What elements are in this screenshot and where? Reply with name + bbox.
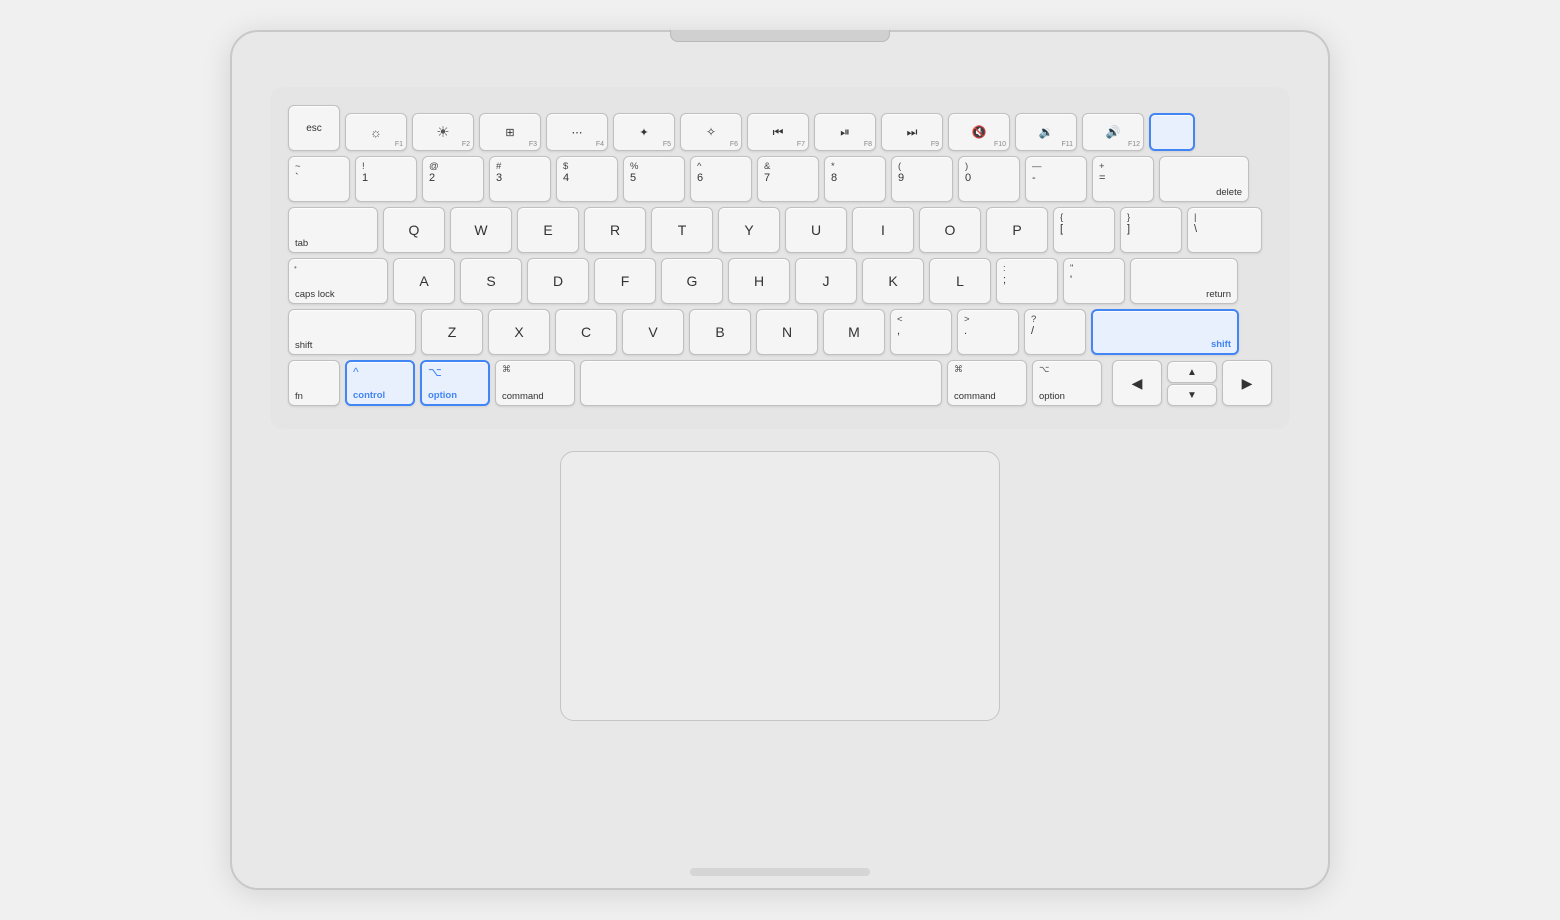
key-d[interactable]: D bbox=[527, 258, 589, 304]
key-u[interactable]: U bbox=[785, 207, 847, 253]
function-row: esc ☼ F1 ☀ F2 ⊞ F3 ⋯ F4 bbox=[288, 105, 1272, 151]
key-m[interactable]: M bbox=[823, 309, 885, 355]
key-slash[interactable]: ?/ bbox=[1024, 309, 1086, 355]
key-v[interactable]: V bbox=[622, 309, 684, 355]
key-command-left[interactable]: ⌘ command bbox=[495, 360, 575, 406]
key-arrow-up[interactable]: ▲ bbox=[1167, 361, 1217, 383]
key-g[interactable]: G bbox=[661, 258, 723, 304]
key-i[interactable]: I bbox=[852, 207, 914, 253]
key-shift-left[interactable]: shift bbox=[288, 309, 416, 355]
key-rbracket[interactable]: }] bbox=[1120, 207, 1182, 253]
key-8[interactable]: *8 bbox=[824, 156, 886, 202]
key-fn[interactable]: fn bbox=[288, 360, 340, 406]
key-option-right[interactable]: ⌥ option bbox=[1032, 360, 1102, 406]
trackpad[interactable] bbox=[560, 451, 1000, 721]
key-4[interactable]: $4 bbox=[556, 156, 618, 202]
key-z[interactable]: Z bbox=[421, 309, 483, 355]
laptop-hinge bbox=[670, 30, 890, 42]
key-esc[interactable]: esc bbox=[288, 105, 340, 151]
key-minus[interactable]: —- bbox=[1025, 156, 1087, 202]
key-j[interactable]: J bbox=[795, 258, 857, 304]
key-f4[interactable]: ⋯ F4 bbox=[546, 113, 608, 151]
key-e[interactable]: E bbox=[517, 207, 579, 253]
key-f12[interactable]: 🔊 F12 bbox=[1082, 113, 1144, 151]
key-control[interactable]: ^ control bbox=[345, 360, 415, 406]
key-command-right[interactable]: ⌘ command bbox=[947, 360, 1027, 406]
key-n[interactable]: N bbox=[756, 309, 818, 355]
key-f6[interactable]: ✧ F6 bbox=[680, 113, 742, 151]
key-w[interactable]: W bbox=[450, 207, 512, 253]
keyboard-area: esc ☼ F1 ☀ F2 ⊞ F3 ⋯ F4 bbox=[270, 87, 1290, 429]
key-f2[interactable]: ☀ F2 bbox=[412, 113, 474, 151]
key-a[interactable]: A bbox=[393, 258, 455, 304]
bottom-bar bbox=[690, 868, 870, 876]
key-f11[interactable]: 🔉 F11 bbox=[1015, 113, 1077, 151]
key-7[interactable]: &7 bbox=[757, 156, 819, 202]
key-3[interactable]: #3 bbox=[489, 156, 551, 202]
key-option-left[interactable]: ⌥ option bbox=[420, 360, 490, 406]
asdf-row: • caps lock A S D F G H J K L :; "' retu… bbox=[288, 258, 1272, 304]
key-s[interactable]: S bbox=[460, 258, 522, 304]
key-arrow-right[interactable]: ▶ bbox=[1222, 360, 1272, 406]
key-quote[interactable]: "' bbox=[1063, 258, 1125, 304]
key-5[interactable]: %5 bbox=[623, 156, 685, 202]
key-shift-right[interactable]: shift bbox=[1091, 309, 1239, 355]
key-return[interactable]: return bbox=[1130, 258, 1238, 304]
key-t[interactable]: T bbox=[651, 207, 713, 253]
key-semicolon[interactable]: :; bbox=[996, 258, 1058, 304]
key-period[interactable]: >. bbox=[957, 309, 1019, 355]
key-6[interactable]: ^6 bbox=[690, 156, 752, 202]
laptop-body: esc ☼ F1 ☀ F2 ⊞ F3 ⋯ F4 bbox=[230, 30, 1330, 890]
arrow-updown-group: ▲ ▼ bbox=[1167, 361, 1217, 406]
key-y[interactable]: Y bbox=[718, 207, 780, 253]
key-tab[interactable]: tab bbox=[288, 207, 378, 253]
key-f3[interactable]: ⊞ F3 bbox=[479, 113, 541, 151]
key-f9[interactable]: ⏭ F9 bbox=[881, 113, 943, 151]
qwerty-row: tab Q W E R T Y U I O P {[ }] |\ bbox=[288, 207, 1272, 253]
key-equals[interactable]: += bbox=[1092, 156, 1154, 202]
key-2[interactable]: @2 bbox=[422, 156, 484, 202]
key-p[interactable]: P bbox=[986, 207, 1048, 253]
key-r[interactable]: R bbox=[584, 207, 646, 253]
zxcv-row: shift Z X C V B N M <, >. ?/ shift bbox=[288, 309, 1272, 355]
modifier-row: fn ^ control ⌥ option ⌘ command ⌘ comman… bbox=[288, 360, 1272, 406]
key-f[interactable]: F bbox=[594, 258, 656, 304]
key-f5[interactable]: ✦ F5 bbox=[613, 113, 675, 151]
key-1[interactable]: !1 bbox=[355, 156, 417, 202]
key-0[interactable]: )0 bbox=[958, 156, 1020, 202]
key-spacebar[interactable] bbox=[580, 360, 942, 406]
key-comma[interactable]: <, bbox=[890, 309, 952, 355]
key-delete[interactable]: delete bbox=[1159, 156, 1249, 202]
key-backtick[interactable]: ~ ` bbox=[288, 156, 350, 202]
key-o[interactable]: O bbox=[919, 207, 981, 253]
key-capslock[interactable]: • caps lock bbox=[288, 258, 388, 304]
key-arrow-left[interactable]: ◀ bbox=[1112, 360, 1162, 406]
key-l[interactable]: L bbox=[929, 258, 991, 304]
key-b[interactable]: B bbox=[689, 309, 751, 355]
key-9[interactable]: (9 bbox=[891, 156, 953, 202]
key-lbracket[interactable]: {[ bbox=[1053, 207, 1115, 253]
key-power[interactable] bbox=[1149, 113, 1195, 151]
key-f7[interactable]: ⏮ F7 bbox=[747, 113, 809, 151]
key-c[interactable]: C bbox=[555, 309, 617, 355]
key-x[interactable]: X bbox=[488, 309, 550, 355]
key-arrow-down[interactable]: ▼ bbox=[1167, 384, 1217, 406]
key-backslash[interactable]: |\ bbox=[1187, 207, 1262, 253]
key-k[interactable]: K bbox=[862, 258, 924, 304]
key-f1[interactable]: ☼ F1 bbox=[345, 113, 407, 151]
key-f10[interactable]: 🔇 F10 bbox=[948, 113, 1010, 151]
key-f8[interactable]: ⏯ F8 bbox=[814, 113, 876, 151]
key-q[interactable]: Q bbox=[383, 207, 445, 253]
number-row: ~ ` !1 @2 #3 $4 %5 ^6 &7 bbox=[288, 156, 1272, 202]
key-h[interactable]: H bbox=[728, 258, 790, 304]
